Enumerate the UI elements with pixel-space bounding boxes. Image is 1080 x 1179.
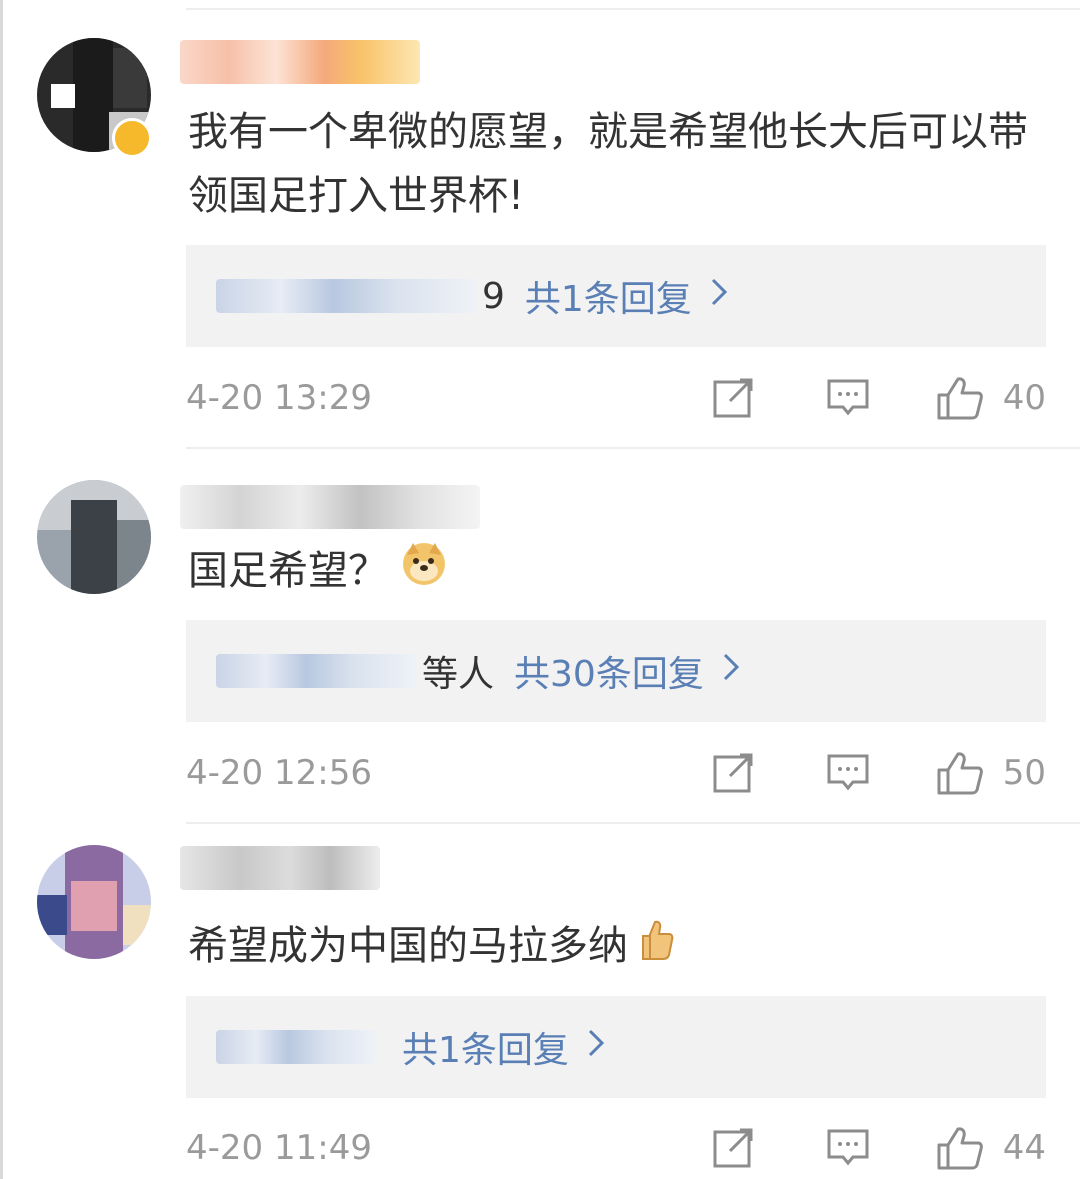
avatar[interactable]	[37, 480, 151, 594]
reply-username-blurred	[216, 654, 416, 688]
share-icon[interactable]	[712, 1125, 756, 1173]
username-blurred[interactable]	[180, 485, 480, 529]
chevron-right-icon	[722, 651, 740, 691]
reply-preview[interactable]: 等人 共30条回复	[186, 620, 1046, 722]
reply-preview[interactable]: 9 共1条回复	[186, 245, 1046, 347]
reply-count-link[interactable]: 共1条回复	[525, 270, 692, 322]
like-count: 44	[1002, 1128, 1046, 1168]
share-icon[interactable]	[712, 375, 756, 423]
reply-preview[interactable]: 共1条回复	[186, 996, 1046, 1098]
thumbs-up-emoji	[641, 916, 675, 980]
share-icon[interactable]	[712, 750, 756, 798]
verified-badge-icon	[112, 118, 152, 158]
avatar[interactable]	[37, 845, 151, 959]
comment-text: 希望成为中国的马拉多纳	[188, 914, 1048, 980]
reply-count-link[interactable]: 共1条回复	[402, 1021, 569, 1073]
timestamp: 4-20 11:49	[186, 1128, 372, 1168]
reply-username-blurred	[216, 279, 476, 313]
comment-text-body: 国足希望？	[188, 548, 388, 594]
comment-text: 我有一个卑微的愿望，就是希望他长大后可以带领国足打入世界杯!	[188, 109, 1028, 219]
comment-icon[interactable]	[826, 1125, 870, 1173]
thumbs-up-icon[interactable]	[936, 750, 984, 800]
username-blurred[interactable]	[180, 40, 420, 84]
doge-emoji	[401, 541, 447, 606]
reply-name-tail: 等人	[422, 654, 495, 695]
chevron-right-icon	[710, 276, 728, 316]
thumbs-up-icon[interactable]	[936, 1125, 984, 1175]
reply-count-link[interactable]: 共30条回复	[514, 645, 704, 697]
like-count: 40	[1002, 378, 1046, 418]
like-count: 50	[1002, 753, 1046, 793]
comment-icon[interactable]	[826, 750, 870, 798]
reply-name-tail: 9	[482, 275, 505, 317]
comment-meta: 4-20 11:49 44	[186, 1123, 1046, 1173]
comment-meta: 4-20 13:29 40	[186, 373, 1046, 423]
username-blurred[interactable]	[180, 846, 380, 890]
comment-icon[interactable]	[826, 375, 870, 423]
comment-item: 国足希望？ 等人 共30条回复 4-20 12:56 50	[0, 449, 1080, 824]
comment-item: 我有一个卑微的愿望，就是希望他长大后可以带领国足打入世界杯! 9 共1条回复 4…	[0, 0, 1080, 449]
timestamp: 4-20 12:56	[186, 753, 372, 793]
chevron-right-icon	[587, 1027, 605, 1067]
comment-text-body: 希望成为中国的马拉多纳	[188, 923, 628, 969]
reply-username-blurred	[216, 1030, 376, 1064]
timestamp: 4-20 13:29	[186, 378, 372, 418]
comment-text: 国足希望？	[188, 539, 1048, 606]
thumbs-up-icon[interactable]	[936, 375, 984, 425]
comment-meta: 4-20 12:56 50	[186, 748, 1046, 798]
comment-item: 希望成为中国的马拉多纳 共1条回复 4-20 11:49 44	[0, 824, 1080, 1179]
